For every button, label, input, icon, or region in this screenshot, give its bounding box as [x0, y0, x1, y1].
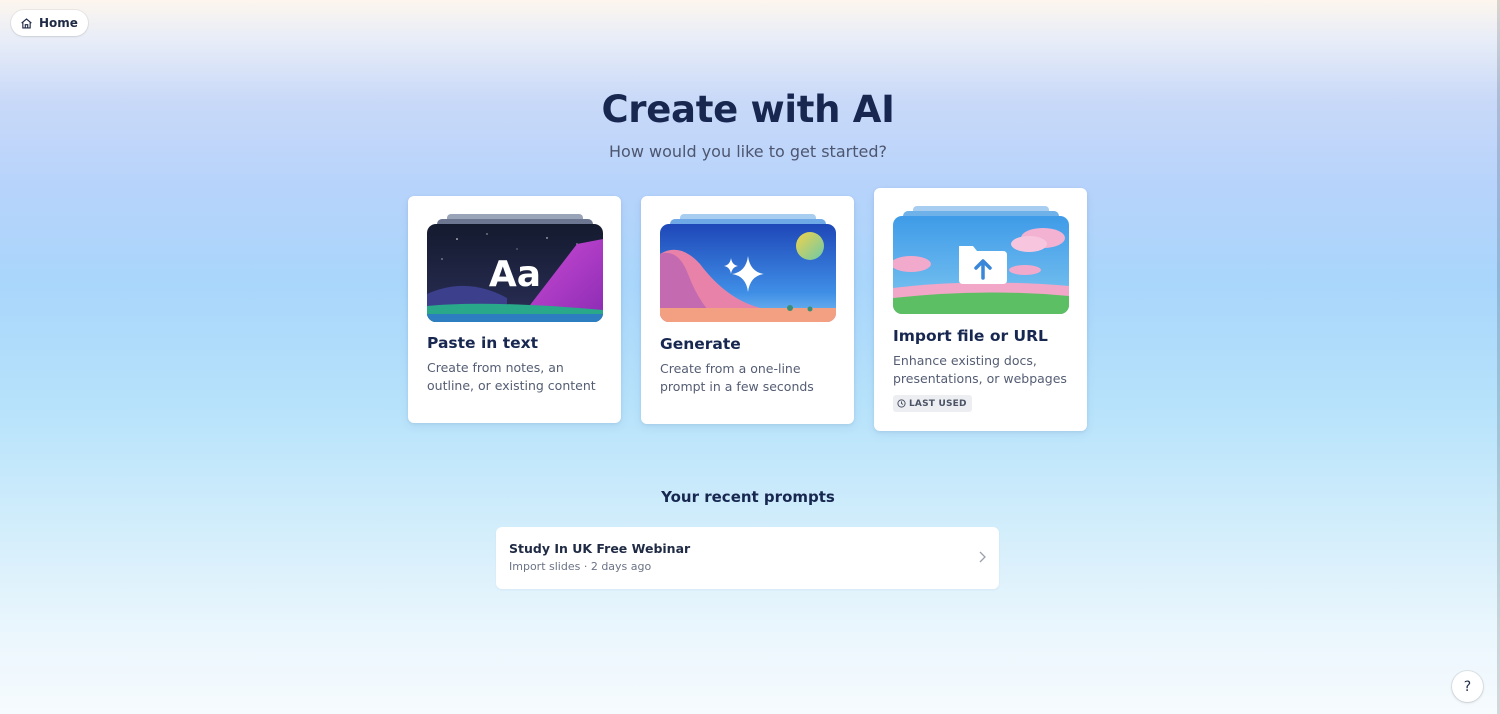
- upload-folder-icon: [893, 206, 1069, 314]
- import-file-card[interactable]: Import file or URL Enhance existing docs…: [874, 188, 1087, 431]
- card-description: Create from a one-line prompt in a few s…: [660, 361, 814, 394]
- recent-prompt-item[interactable]: Study In UK Free Webinar Import slides ·…: [496, 527, 999, 589]
- card-description: Enhance existing docs, presentations, or…: [893, 353, 1067, 386]
- help-button[interactable]: ?: [1452, 671, 1483, 702]
- home-label: Home: [39, 16, 78, 30]
- recent-prompt-meta: Import slides · 2 days ago: [509, 560, 652, 573]
- clock-icon: [897, 399, 906, 408]
- generate-card[interactable]: Generate Create from a one-line prompt i…: [641, 196, 854, 424]
- paste-in-text-card[interactable]: Aa Paste in text Create from notes, an o…: [408, 196, 621, 423]
- page-title: Create with AI: [601, 88, 895, 131]
- chevron-right-icon: [979, 551, 986, 563]
- aa-glyph: Aa: [489, 254, 541, 295]
- page-subtitle: How would you like to get started?: [609, 142, 887, 161]
- card-title: Import file or URL: [893, 327, 1048, 345]
- home-button[interactable]: Home: [11, 10, 88, 36]
- last-used-badge: LAST USED: [893, 395, 972, 412]
- recent-prompt-title: Study In UK Free Webinar: [509, 541, 691, 556]
- home-icon: [21, 17, 32, 29]
- sparkle-icon: [660, 214, 836, 322]
- recent-prompts-heading: Your recent prompts: [661, 488, 835, 506]
- card-description: Create from notes, an outline, or existi…: [427, 360, 596, 393]
- card-title: Generate: [660, 335, 741, 353]
- text-aa-icon: Aa: [427, 214, 603, 322]
- card-title: Paste in text: [427, 334, 539, 352]
- badge-label: LAST USED: [909, 398, 967, 409]
